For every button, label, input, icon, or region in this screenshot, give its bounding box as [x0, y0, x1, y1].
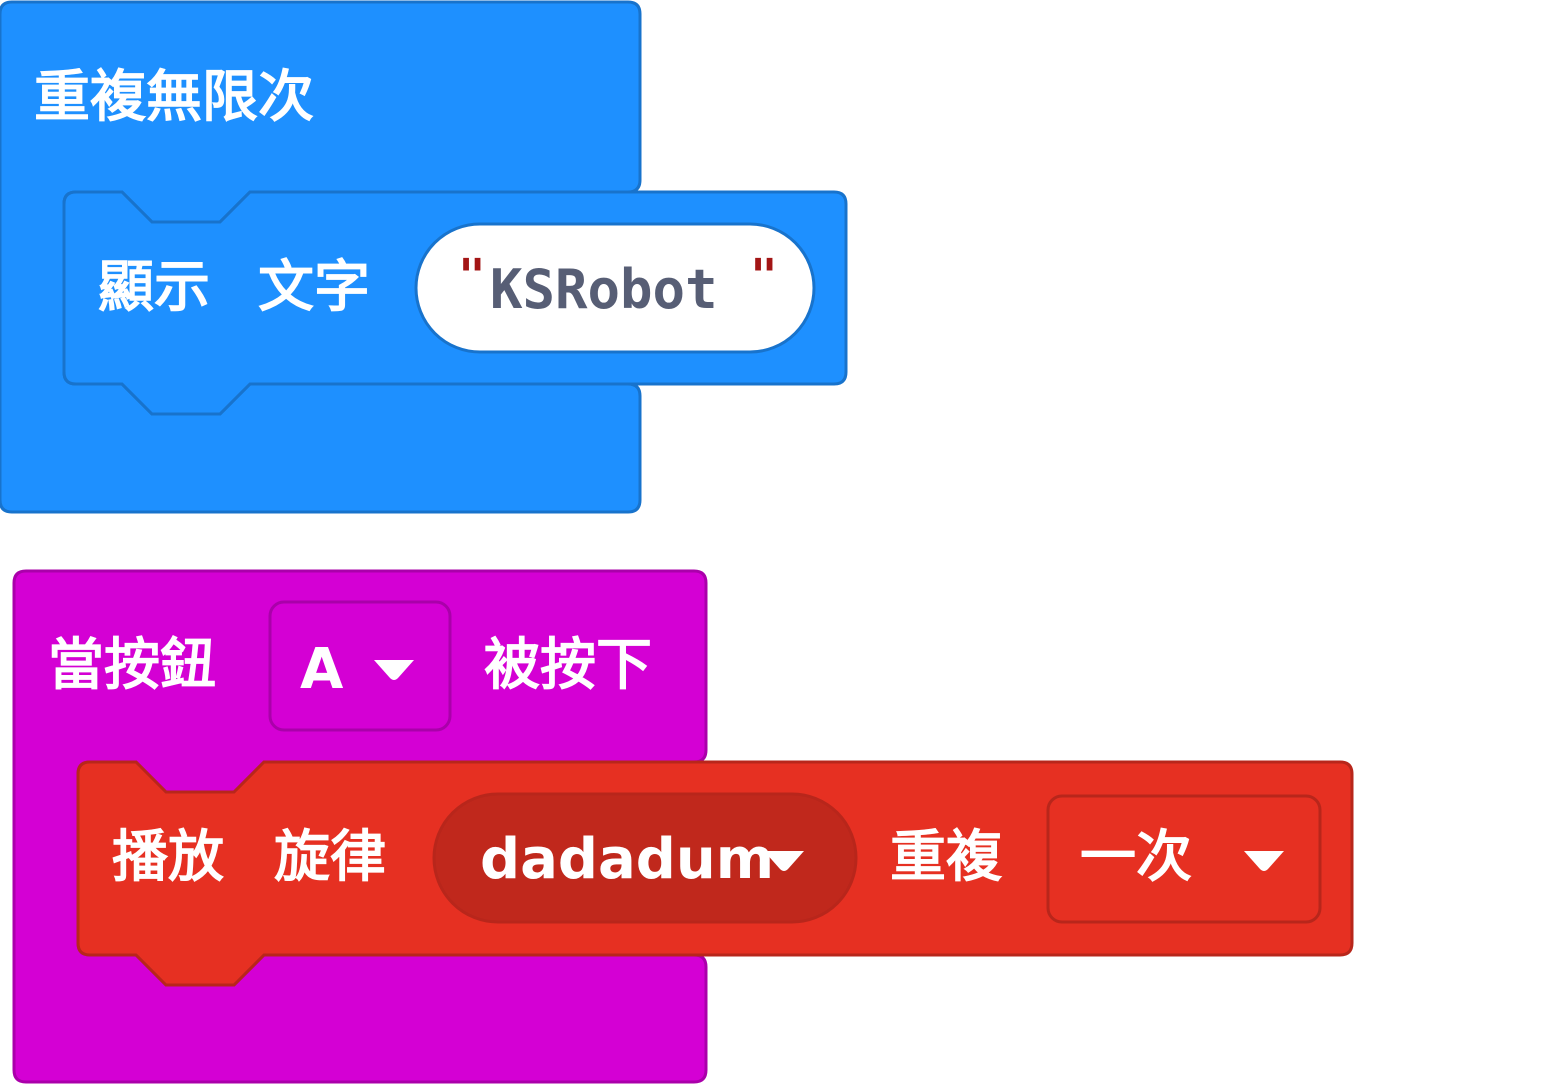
quote-close: " — [750, 249, 778, 303]
pressed-label: 被按下 — [484, 633, 652, 698]
text-label: 文字 — [258, 255, 370, 320]
button-dropdown-value: A — [300, 637, 344, 702]
string-input-field[interactable]: " KSRobot " — [414, 222, 816, 354]
button-dropdown-background[interactable] — [268, 600, 452, 732]
show-label: 顯示 — [98, 255, 210, 320]
melody-dropdown[interactable]: dadadum — [432, 792, 858, 924]
melody-label: 旋律 — [274, 825, 386, 890]
forever-label: 重複無限次 — [34, 65, 314, 130]
block-workspace: 重複無限次 顯示 文字 " KSRobot " 當按鈕 A 被按下 播放 旋律 … — [0, 0, 1354, 1084]
quote-open: " — [458, 249, 486, 303]
play-label: 播放 — [112, 825, 224, 890]
when-button-label: 當按鈕 — [48, 633, 216, 698]
show-string-block[interactable]: 顯示 文字 " KSRobot " — [62, 190, 848, 416]
repeat-label: 重複 — [890, 825, 1003, 890]
repeat-dropdown-value: 一次 — [1080, 825, 1192, 890]
button-dropdown[interactable]: A — [268, 600, 452, 732]
play-melody-block[interactable]: 播放 旋律 dadadum 重複 一次 — [76, 760, 1354, 987]
string-value[interactable]: KSRobot — [490, 258, 718, 321]
melody-dropdown-value: dadadum — [480, 827, 774, 892]
repeat-dropdown[interactable]: 一次 — [1046, 794, 1322, 924]
